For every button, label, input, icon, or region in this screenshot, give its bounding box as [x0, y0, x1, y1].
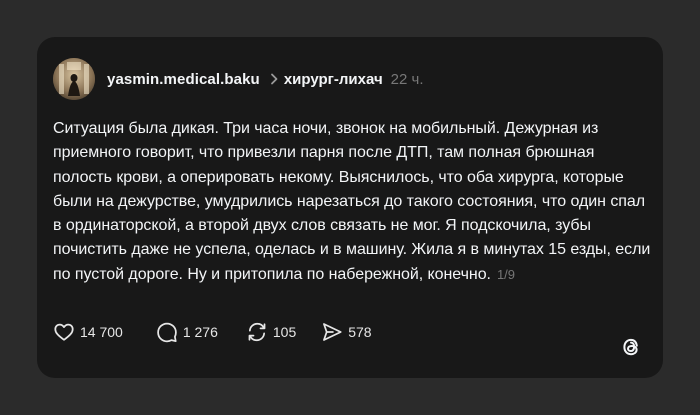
share-button[interactable]: 578: [321, 321, 372, 343]
like-button[interactable]: 14 700: [53, 321, 123, 343]
heart-icon: [53, 321, 75, 343]
reply-count: 1 276: [182, 324, 218, 340]
post-header: yasmin.medical.baku хирург-лихач 22 ч.: [53, 57, 424, 101]
threads-logo-icon[interactable]: [619, 335, 643, 364]
avatar[interactable]: [53, 58, 95, 100]
send-icon: [321, 321, 343, 343]
topic-tag[interactable]: хирург-лихач: [284, 71, 383, 88]
reply-button[interactable]: 1 276: [156, 321, 218, 343]
like-count: 14 700: [80, 324, 123, 340]
comment-bubble-icon: [156, 321, 178, 343]
chevron-right-icon: [270, 73, 278, 85]
post-text-container: Ситуация была дикая. Три часа ночи, звон…: [53, 117, 653, 287]
username[interactable]: yasmin.medical.baku: [107, 71, 260, 88]
repost-button[interactable]: 105: [246, 321, 296, 343]
action-bar: 14 700 1 276 105 578: [53, 320, 372, 344]
repost-count: 105: [272, 324, 297, 340]
share-count: 578: [348, 324, 372, 340]
repost-arrows-icon: [246, 321, 268, 343]
post-timestamp[interactable]: 22 ч.: [391, 71, 424, 88]
post-card: yasmin.medical.baku хирург-лихач 22 ч. С…: [37, 37, 663, 378]
page-counter: 1/9: [496, 266, 515, 282]
post-text: Ситуация была дикая. Три часа ночи, звон…: [53, 120, 651, 283]
